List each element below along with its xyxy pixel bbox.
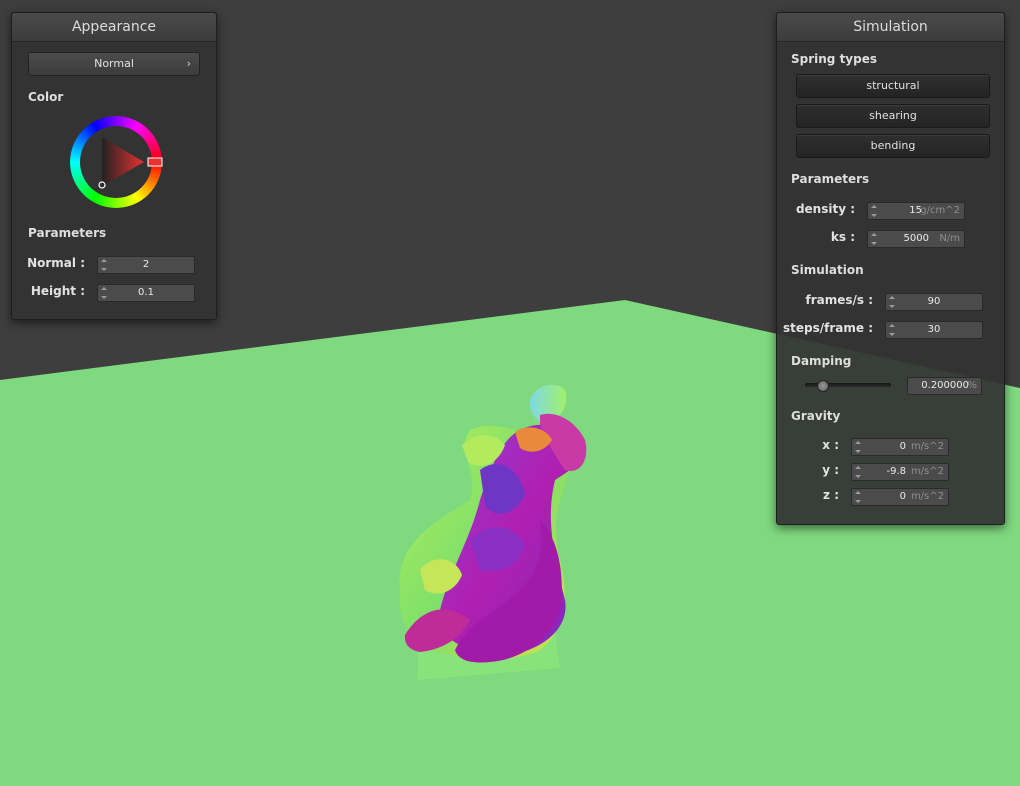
normal-input[interactable]: 2 xyxy=(97,256,195,274)
bending-button[interactable]: bending xyxy=(796,134,990,158)
steps-label: steps/frame : xyxy=(783,321,873,335)
gravity-z-label: z : xyxy=(823,488,839,502)
gravity-y-label: y : xyxy=(822,463,839,477)
height-label: Height : xyxy=(30,284,85,298)
hue-handle[interactable] xyxy=(147,157,163,167)
gravity-label: Gravity xyxy=(791,409,841,423)
simulation-section-label: Simulation xyxy=(791,263,864,277)
damping-slider-handle[interactable] xyxy=(817,380,830,392)
gravity-z-input[interactable]: 0 m/s^2 xyxy=(851,488,949,506)
spinner-icon[interactable] xyxy=(871,233,877,245)
ks-input[interactable]: 5000 N/m xyxy=(867,230,965,248)
spinner-icon[interactable] xyxy=(855,441,861,453)
appearance-panel: Appearance Normal › Color Parameters Nor… xyxy=(11,12,217,320)
spinner-icon[interactable] xyxy=(871,205,877,217)
density-input[interactable]: 15 g/cm^2 xyxy=(867,202,965,220)
gravity-x-input[interactable]: 0 m/s^2 xyxy=(851,438,949,456)
appearance-params-label: Parameters xyxy=(28,226,107,240)
normal-label: Normal : xyxy=(27,256,85,270)
ks-label: ks : xyxy=(830,230,855,244)
chevron-right-icon: › xyxy=(186,57,191,70)
gravity-x-label: x : xyxy=(822,438,839,452)
shearing-button[interactable]: shearing xyxy=(796,104,990,128)
spring-types-label: Spring types xyxy=(791,52,878,66)
color-wheel[interactable] xyxy=(70,116,166,212)
frames-label: frames/s : xyxy=(805,293,873,307)
spinner-icon[interactable] xyxy=(855,491,861,503)
damping-label: Damping xyxy=(791,354,852,368)
frames-input[interactable]: 90 xyxy=(885,293,983,311)
spinner-icon[interactable] xyxy=(855,466,861,478)
damping-input[interactable]: 0.200000 % xyxy=(907,377,982,395)
damping-slider[interactable] xyxy=(805,380,891,392)
color-label: Color xyxy=(28,90,64,104)
sim-params-label: Parameters xyxy=(791,172,870,186)
height-input[interactable]: 0.1 xyxy=(97,284,195,302)
structural-button[interactable]: structural xyxy=(796,74,990,98)
simulation-title: Simulation xyxy=(777,13,1004,42)
gravity-y-input[interactable]: -9.8 m/s^2 xyxy=(851,463,949,481)
simulation-panel: Simulation Spring types structural shear… xyxy=(776,12,1005,525)
density-label: density : xyxy=(795,202,855,216)
steps-input[interactable]: 30 xyxy=(885,321,983,339)
shader-select[interactable]: Normal › xyxy=(28,52,200,76)
appearance-title: Appearance xyxy=(12,13,216,42)
shader-select-value: Normal xyxy=(94,57,134,70)
